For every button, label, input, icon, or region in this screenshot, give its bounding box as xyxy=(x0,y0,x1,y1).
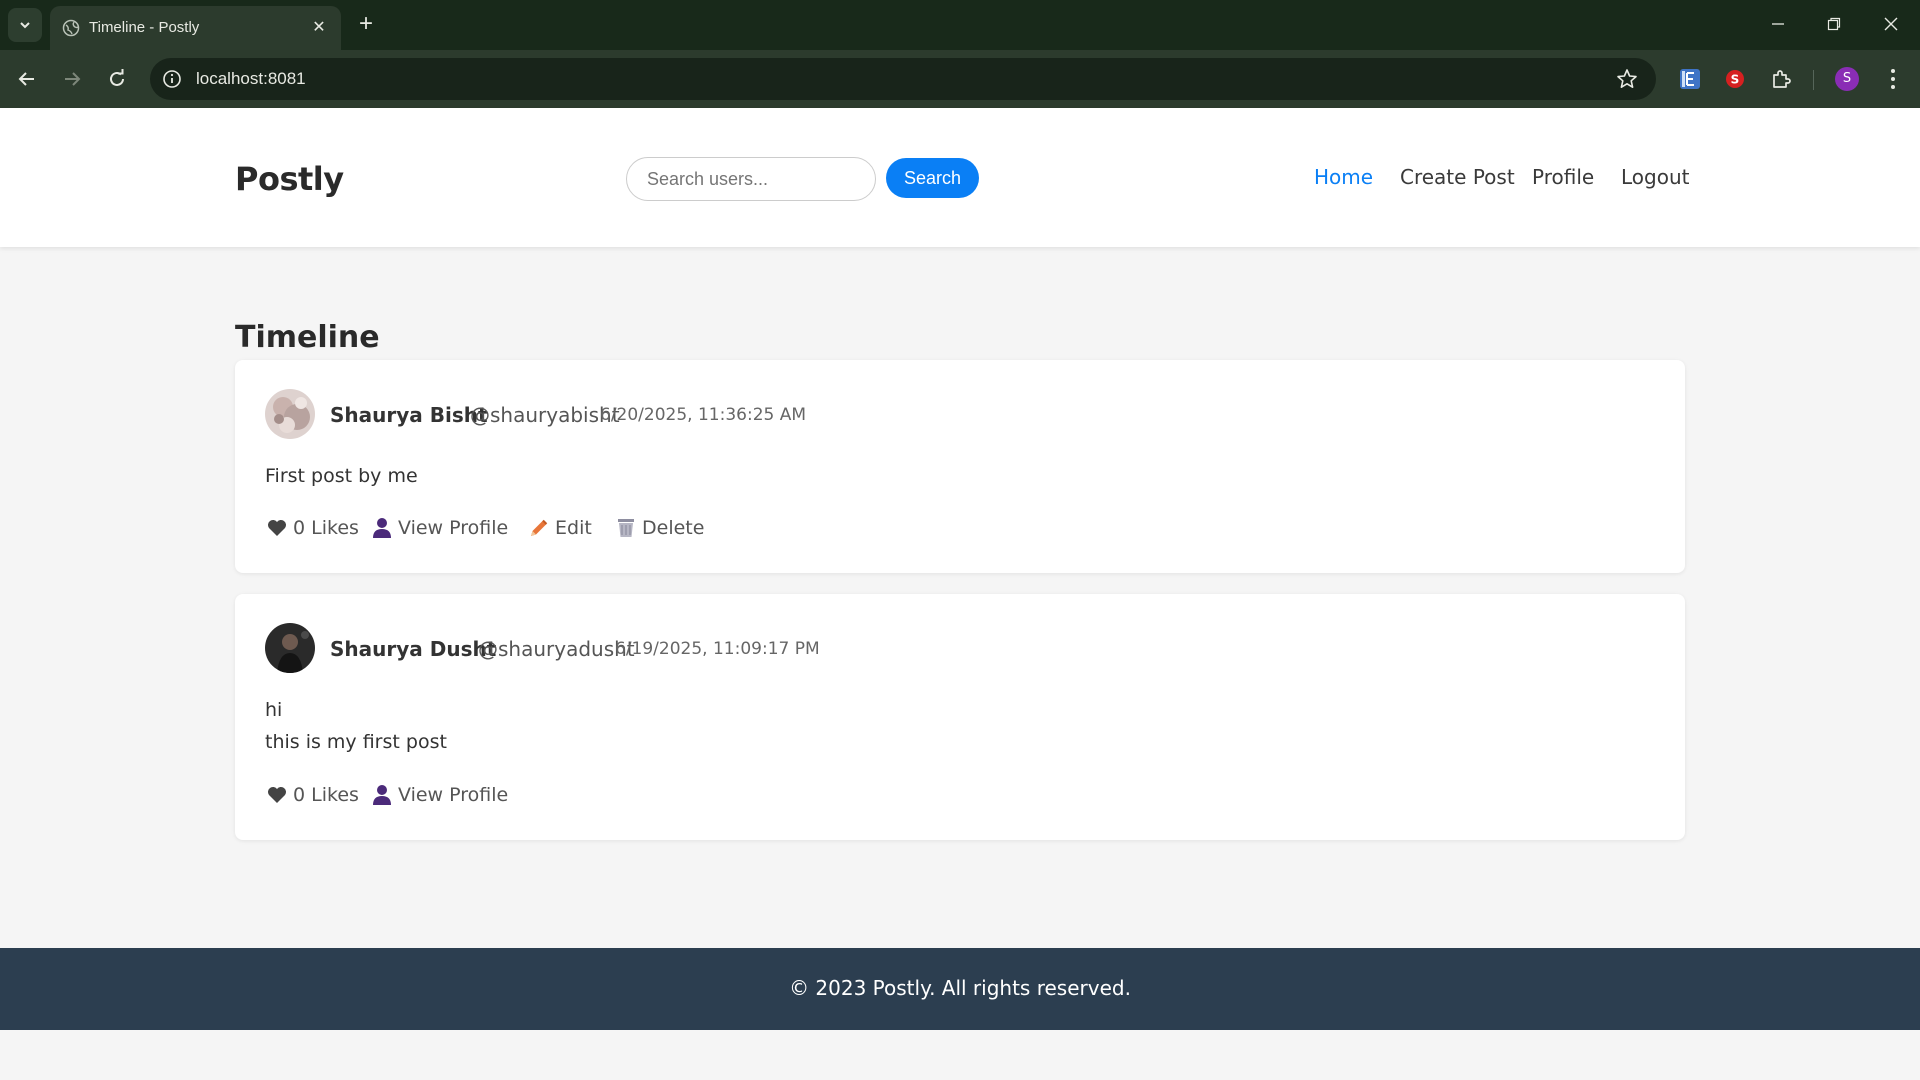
heart-icon xyxy=(265,516,289,540)
post-card: Shaurya Dusht @shauryadusht 6/19/2025, 1… xyxy=(235,594,1685,840)
post-timestamp: 6/20/2025, 11:36:25 AM xyxy=(600,405,807,425)
post-body-line: this is my first post xyxy=(265,731,447,753)
minimize-icon[interactable] xyxy=(1766,12,1790,36)
browser-tab[interactable]: Timeline - Postly ✕ xyxy=(50,6,341,50)
page-bottom xyxy=(0,1030,1920,1080)
tab-close-icon[interactable]: ✕ xyxy=(309,18,329,38)
like-count: 0 Likes xyxy=(293,784,359,806)
nav-profile[interactable]: Profile xyxy=(1532,165,1594,189)
post-card: Shaurya Bisht @shauryabisht 6/20/2025, 1… xyxy=(235,360,1685,573)
toolbar-separator xyxy=(1813,70,1814,90)
wastebasket-icon xyxy=(614,516,638,540)
post-author-handle: @shauryabisht xyxy=(470,403,620,427)
forward-button[interactable] xyxy=(58,65,86,93)
like-button[interactable]: 0 Likes xyxy=(265,782,359,808)
profile-initial: S xyxy=(1842,71,1852,86)
view-profile-button[interactable]: View Profile xyxy=(370,515,508,541)
new-tab-button[interactable]: + xyxy=(354,12,378,37)
info-icon[interactable] xyxy=(162,69,182,89)
nav-create-post[interactable]: Create Post xyxy=(1400,165,1515,189)
reload-button[interactable] xyxy=(103,65,131,93)
page-title: Timeline xyxy=(235,320,380,355)
tab-title: Timeline - Postly xyxy=(89,19,200,36)
post-body: hi this is my first post xyxy=(265,694,447,758)
heart-icon xyxy=(265,783,289,807)
edit-label: Edit xyxy=(555,517,592,539)
restore-icon[interactable] xyxy=(1822,12,1846,36)
chevron-down-icon xyxy=(20,22,30,29)
bookmark-star-icon[interactable] xyxy=(1616,68,1638,90)
view-profile-label: View Profile xyxy=(398,784,509,806)
like-count: 0 Likes xyxy=(293,517,359,539)
post-body: First post by me xyxy=(265,460,418,492)
profile-avatar[interactable]: S xyxy=(1834,66,1860,92)
post-author-handle: @shauryadusht xyxy=(478,637,635,661)
svg-text:S: S xyxy=(1731,73,1740,87)
browser-tabstrip: Timeline - Postly ✕ + xyxy=(0,0,1920,50)
post-body-line: First post by me xyxy=(265,465,418,487)
nav-logout[interactable]: Logout xyxy=(1621,165,1689,189)
site-footer: © 2023 Postly. All rights reserved. xyxy=(0,948,1920,1030)
extension-e-icon[interactable] xyxy=(1677,66,1703,92)
kebab-menu-icon xyxy=(1891,69,1895,89)
reload-icon xyxy=(110,69,124,86)
arrow-right-icon xyxy=(65,72,81,86)
browser-toolbar: localhost:8081 S S xyxy=(0,50,1920,108)
nav-home[interactable]: Home xyxy=(1314,165,1373,189)
search-input[interactable] xyxy=(626,157,876,201)
brand-logo[interactable]: Postly xyxy=(235,160,344,198)
view-profile-button[interactable]: View Profile xyxy=(370,782,508,808)
extensions-puzzle-icon[interactable] xyxy=(1768,66,1794,92)
pencil-icon xyxy=(527,516,551,540)
arrow-left-icon xyxy=(18,72,34,86)
url-text: localhost:8081 xyxy=(196,69,306,88)
post-timestamp: 6/19/2025, 11:09:17 PM xyxy=(615,639,820,659)
footer-copyright: © 2023 Postly. All rights reserved. xyxy=(789,976,1131,1000)
view-profile-label: View Profile xyxy=(398,517,509,539)
site-header: Postly Search Home Create Post Profile L… xyxy=(0,108,1920,247)
post-author-name[interactable]: Shaurya Bisht xyxy=(330,403,488,427)
back-button[interactable] xyxy=(13,65,41,93)
address-bar[interactable]: localhost:8081 xyxy=(150,58,1656,100)
tab-search-button[interactable] xyxy=(8,8,42,42)
extension-s-icon[interactable]: S xyxy=(1722,66,1748,92)
search-button[interactable]: Search xyxy=(886,158,979,198)
window-close-icon[interactable] xyxy=(1879,12,1903,36)
delete-button[interactable]: Delete xyxy=(614,515,704,541)
like-button[interactable]: 0 Likes xyxy=(265,515,359,541)
post-author-name[interactable]: Shaurya Dusht xyxy=(330,637,496,661)
avatar[interactable] xyxy=(265,389,315,439)
post-body-line: hi xyxy=(265,699,283,721)
person-icon xyxy=(370,783,394,807)
browser-menu-button[interactable] xyxy=(1880,66,1906,92)
edit-button[interactable]: Edit xyxy=(527,515,592,541)
delete-label: Delete xyxy=(642,517,705,539)
page-content: Postly Search Home Create Post Profile L… xyxy=(0,108,1920,1080)
globe-icon xyxy=(62,19,80,37)
avatar[interactable] xyxy=(265,623,315,673)
person-icon xyxy=(370,516,394,540)
